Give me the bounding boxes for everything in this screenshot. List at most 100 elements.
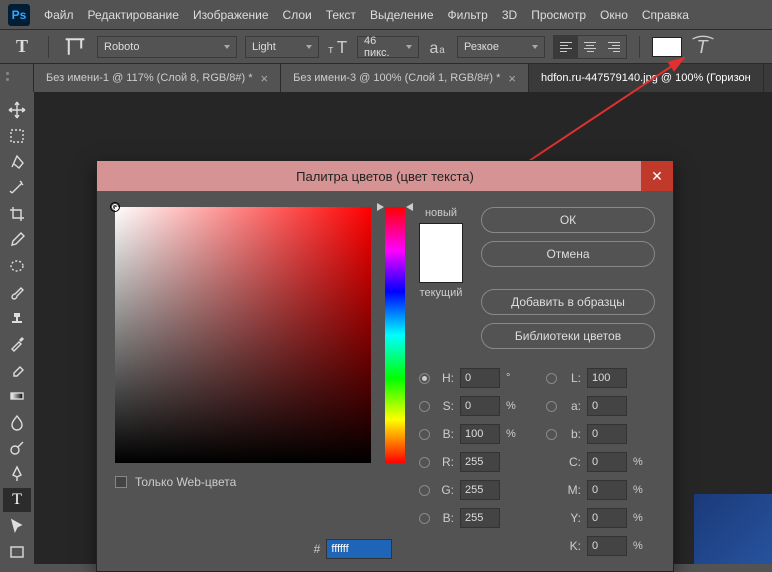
input-y[interactable] (587, 508, 627, 528)
radio-bv[interactable] (419, 429, 430, 440)
tab-label: hdfon.ru-447579140.jpg @ 100% (Горизон (541, 72, 751, 84)
color-preview (419, 223, 463, 283)
antialias-dropdown[interactable]: Резкое (457, 36, 545, 58)
menu-edit[interactable]: Редактирование (88, 8, 179, 22)
input-h[interactable] (460, 368, 500, 388)
menu-file[interactable]: Файл (44, 8, 74, 22)
current-color-swatch[interactable] (420, 253, 462, 282)
dialog-titlebar[interactable]: Палитра цветов (цвет текста) ✕ (97, 161, 673, 191)
font-size-value: 46 пикс. (364, 35, 400, 59)
label-s: S: (436, 399, 454, 413)
label-bv: B: (436, 427, 454, 441)
caret-down-icon (224, 45, 230, 49)
radio-l[interactable] (546, 373, 557, 384)
align-right-button[interactable] (602, 36, 626, 58)
hex-input[interactable] (326, 539, 392, 559)
input-lab-b[interactable] (587, 424, 627, 444)
tab-close-icon[interactable]: × (508, 71, 516, 86)
text-color-swatch[interactable] (652, 37, 682, 57)
input-g[interactable] (460, 480, 500, 500)
brush-tool[interactable] (3, 280, 31, 304)
ok-button[interactable]: ОК (481, 207, 655, 233)
warp-text-button[interactable]: T (690, 36, 716, 58)
color-libraries-button[interactable]: Библиотеки цветов (481, 323, 655, 349)
input-r[interactable] (460, 452, 500, 472)
menu-layers[interactable]: Слои (283, 8, 312, 22)
eraser-tool[interactable] (3, 358, 31, 382)
radio-s[interactable] (419, 401, 430, 412)
input-a[interactable] (587, 396, 627, 416)
tab-close-icon[interactable]: × (261, 71, 269, 86)
label-k: K: (563, 539, 581, 553)
align-left-button[interactable] (554, 36, 578, 58)
menu-select[interactable]: Выделение (370, 8, 434, 22)
tab-strip-handle[interactable] (0, 64, 34, 92)
document-tab[interactable]: Без имени-1 @ 117% (Слой 8, RGB/8#) * × (34, 64, 281, 92)
font-weight-dropdown[interactable]: Light (245, 36, 319, 58)
antialias-icon: aa (427, 36, 449, 58)
saturation-value-field[interactable] (115, 207, 371, 463)
menu-filter[interactable]: Фильтр (448, 8, 488, 22)
dialog-close-button[interactable]: ✕ (641, 161, 673, 191)
menu-3d[interactable]: 3D (502, 8, 517, 22)
sv-cursor[interactable] (110, 202, 120, 212)
patch-tool[interactable] (3, 254, 31, 278)
cancel-button[interactable]: Отмена (481, 241, 655, 267)
web-only-checkbox[interactable] (115, 476, 127, 488)
magic-wand-tool[interactable] (3, 176, 31, 200)
path-select-tool[interactable] (3, 514, 31, 538)
radio-lab-b[interactable] (546, 429, 557, 440)
gradient-tool[interactable] (3, 384, 31, 408)
input-s[interactable] (460, 396, 500, 416)
radio-b[interactable] (419, 513, 430, 524)
unit-m: % (633, 484, 647, 496)
hue-pointer[interactable] (377, 203, 384, 211)
label-g: G: (436, 483, 454, 497)
stamp-tool[interactable] (3, 306, 31, 330)
marquee-tool[interactable] (3, 124, 31, 148)
menu-view[interactable]: Просмотр (531, 8, 586, 22)
label-b: B: (436, 511, 454, 525)
web-only-label: Только Web-цвета (135, 475, 236, 489)
eyedropper-tool[interactable] (3, 228, 31, 252)
radio-r[interactable] (419, 457, 430, 468)
hue-pointer[interactable] (406, 203, 413, 211)
lasso-tool[interactable] (3, 150, 31, 174)
input-bv[interactable] (460, 424, 500, 444)
menu-window[interactable]: Окно (600, 8, 628, 22)
input-m[interactable] (587, 480, 627, 500)
add-swatch-button[interactable]: Добавить в образцы (481, 289, 655, 315)
pen-tool[interactable] (3, 462, 31, 486)
hex-label: # (314, 542, 321, 556)
menu-text[interactable]: Текст (326, 8, 356, 22)
active-tool-icon[interactable]: T (8, 33, 36, 61)
menu-help[interactable]: Справка (642, 8, 689, 22)
font-family-dropdown[interactable]: Roboto (97, 36, 237, 58)
options-bar: T Roboto Light тТ 46 пикс. aa Резкое T (0, 30, 772, 64)
input-b[interactable] (460, 508, 500, 528)
font-size-dropdown[interactable]: 46 пикс. (357, 36, 419, 58)
crop-tool[interactable] (3, 202, 31, 226)
hue-slider[interactable] (385, 207, 405, 463)
align-center-button[interactable] (578, 36, 602, 58)
label-a: a: (563, 399, 581, 413)
move-tool[interactable] (3, 98, 31, 122)
radio-g[interactable] (419, 485, 430, 496)
dialog-title: Палитра цветов (цвет текста) (296, 169, 474, 184)
radio-a[interactable] (546, 401, 557, 412)
dodge-tool[interactable] (3, 436, 31, 460)
input-c[interactable] (587, 452, 627, 472)
text-align-group (553, 35, 627, 59)
history-brush-tool[interactable] (3, 332, 31, 356)
document-tab-active[interactable]: hdfon.ru-447579140.jpg @ 100% (Горизон (529, 64, 764, 92)
new-color-swatch (420, 224, 462, 253)
menu-image[interactable]: Изображение (193, 8, 269, 22)
type-tool[interactable]: T (3, 488, 31, 512)
input-l[interactable] (587, 368, 627, 388)
blur-tool[interactable] (3, 410, 31, 434)
input-k[interactable] (587, 536, 627, 556)
text-orientation-toggle[interactable] (61, 36, 89, 58)
rectangle-tool[interactable] (3, 540, 31, 564)
document-tab[interactable]: Без имени-3 @ 100% (Слой 1, RGB/8#) * × (281, 64, 529, 92)
radio-h[interactable] (419, 373, 430, 384)
